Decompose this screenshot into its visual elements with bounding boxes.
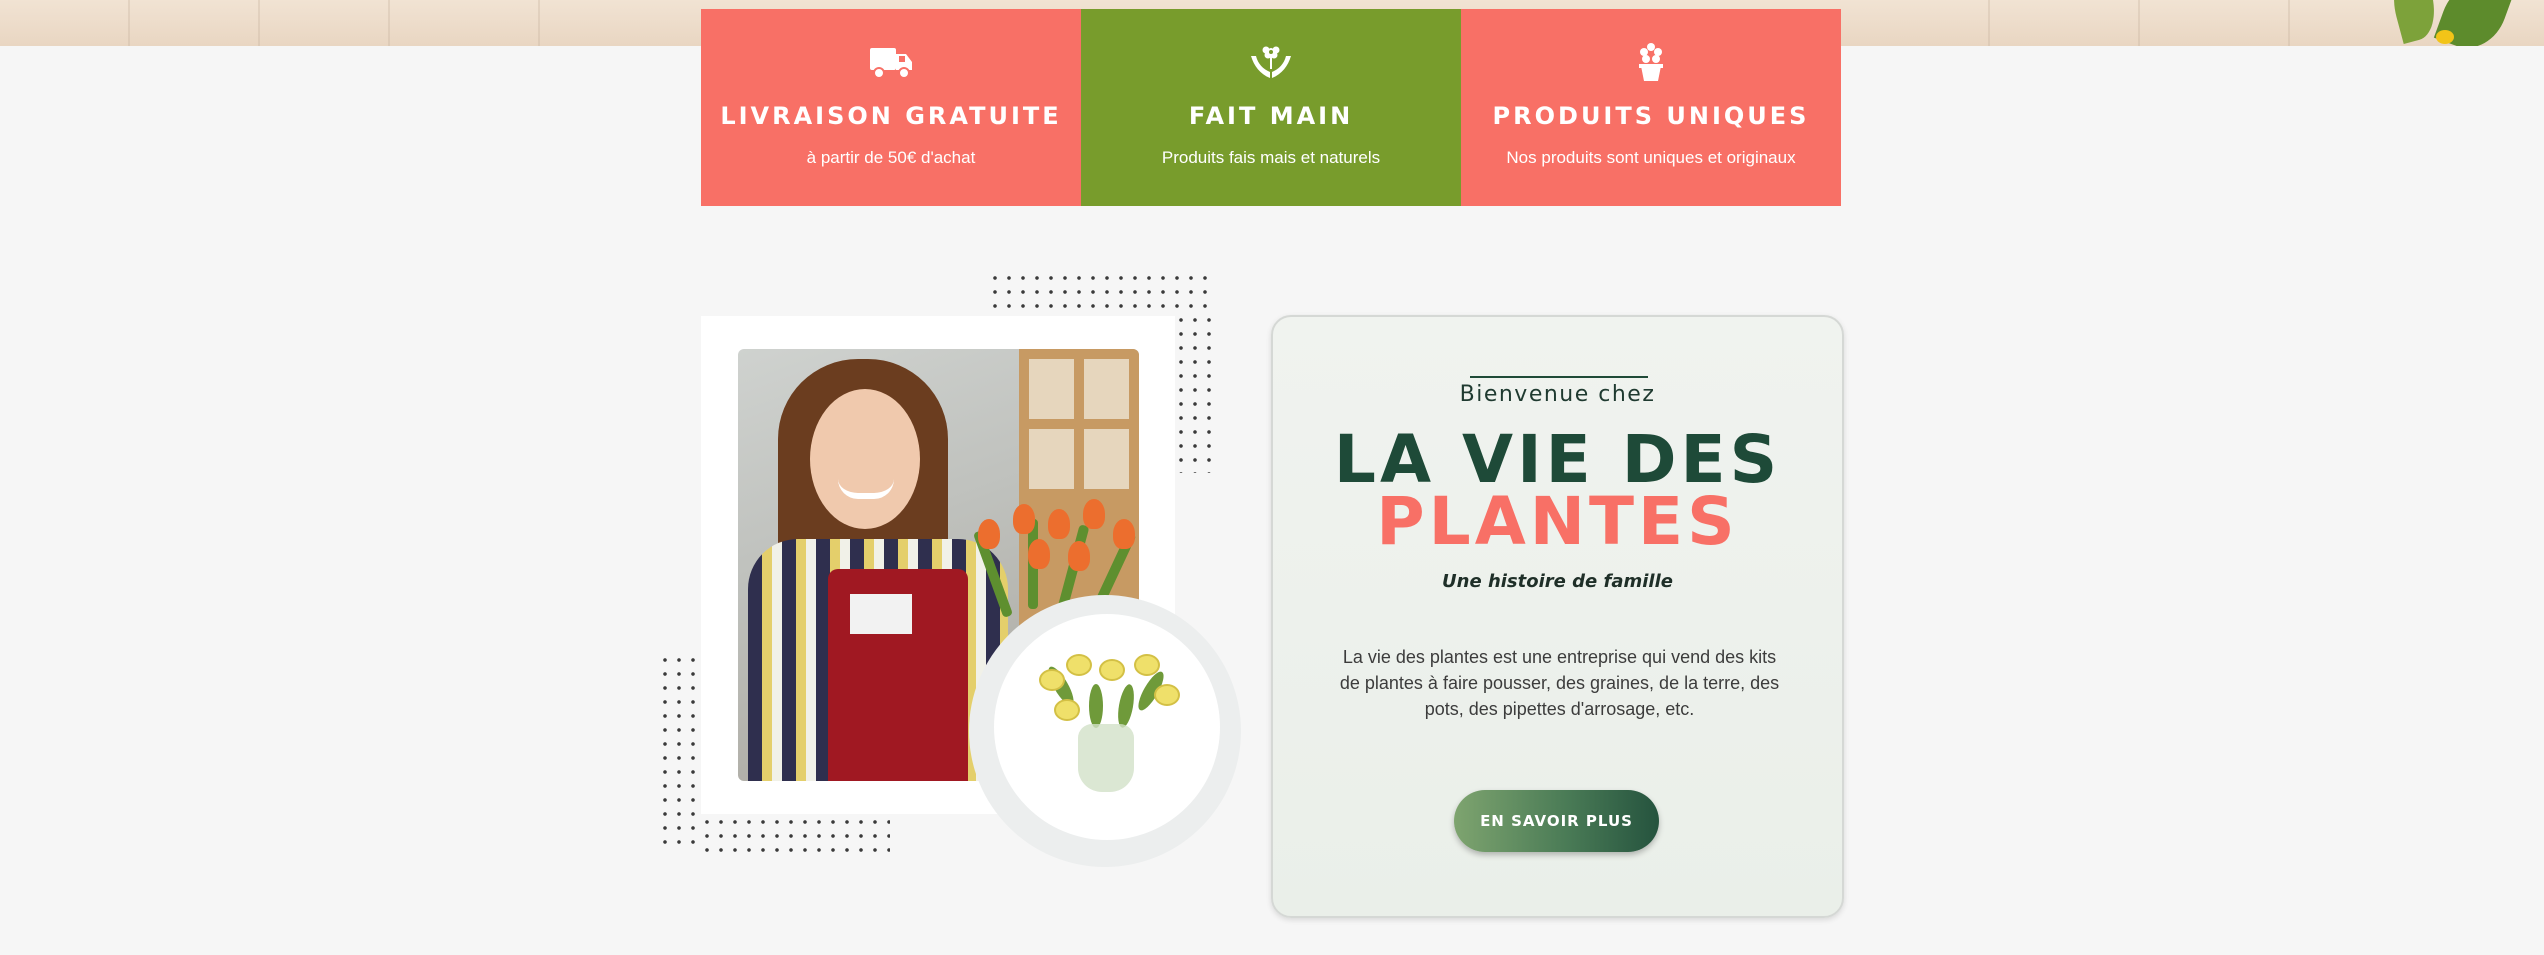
feature-subtitle: Produits fais mais et naturels: [1161, 148, 1381, 167]
feature-title: LIVRAISON GRATUITE: [720, 102, 1062, 130]
feature-handmade: FAIT MAIN Produits fais mais et naturels: [1081, 9, 1461, 206]
decorative-dot-pattern: [658, 653, 700, 853]
decorative-dot-pattern: [988, 271, 1216, 313]
feature-unique-products: PRODUITS UNIQUES Nos produits sont uniqu…: [1461, 9, 1841, 206]
features-bar: LIVRAISON GRATUITE à partir de 50€ d'ach…: [701, 9, 1841, 206]
feature-subtitle: Nos produits sont uniques et originaux: [1506, 148, 1796, 167]
flower-pot-icon: [1639, 43, 1663, 81]
flower-vase-image: [994, 614, 1220, 840]
feature-title: FAIT MAIN: [1188, 102, 1354, 130]
feature-subtitle: à partir de 50€ d'achat: [806, 148, 976, 167]
hands-flower-icon: [1251, 46, 1291, 78]
tagline: Une histoire de famille: [1442, 571, 1673, 592]
brand-title-line2: PLANTES: [1376, 483, 1739, 560]
feature-free-delivery: LIVRAISON GRATUITE à partir de 50€ d'ach…: [701, 9, 1081, 206]
welcome-kicker: Bienvenue chez: [1459, 382, 1656, 407]
about-card: Bienvenue chez LA VIE DES PLANTES Une hi…: [1271, 315, 1844, 918]
delivery-truck-icon: [870, 48, 912, 79]
decorative-dot-pattern: [700, 815, 890, 857]
feature-title: PRODUITS UNIQUES: [1492, 102, 1810, 130]
about-description: La vie des plantes est une entreprise qu…: [1339, 647, 1780, 719]
learn-more-button[interactable]: EN SAVOIR PLUS: [1454, 790, 1659, 852]
kicker-divider: [1470, 376, 1648, 378]
decorative-dot-pattern: [1174, 313, 1216, 473]
